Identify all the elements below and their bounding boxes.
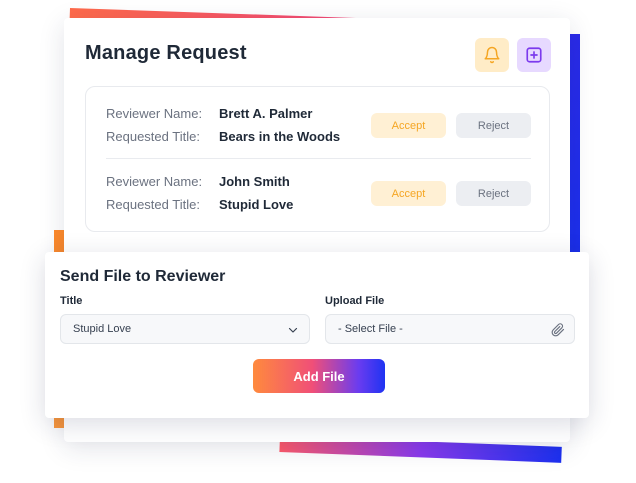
send-file-title: Send File to Reviewer (60, 268, 226, 285)
reviewer-name-value: Brett A. Palmer (219, 106, 313, 121)
add-request-button[interactable] (517, 38, 551, 72)
title-field-label: Title (60, 295, 83, 307)
requested-title-value: Stupid Love (219, 197, 294, 212)
plus-square-icon (526, 47, 542, 63)
reviewer-name-label: Reviewer Name: (106, 106, 203, 121)
notifications-button[interactable] (475, 38, 509, 72)
reviewer-name-label: Reviewer Name: (106, 174, 203, 189)
accept-button[interactable]: Accept (371, 113, 446, 138)
reject-button[interactable]: Reject (456, 113, 531, 138)
reject-button[interactable]: Reject (456, 181, 531, 206)
requested-title-value: Bears in the Woods (219, 129, 341, 144)
title-select-value: Stupid Love (73, 323, 132, 335)
send-file-card: Send File to Reviewer Title Upload File … (45, 252, 589, 418)
upload-file-placeholder: - Select File - (338, 323, 403, 335)
title-select[interactable]: Stupid Love (60, 314, 310, 344)
upload-file-input[interactable]: - Select File - (325, 314, 575, 344)
upload-field-label: Upload File (325, 295, 385, 307)
request-row: Reviewer Name: John Smith Requested Titl… (86, 155, 549, 223)
request-list: Reviewer Name: Brett A. Palmer Requested… (85, 86, 550, 232)
reviewer-name-value: John Smith (219, 174, 290, 189)
add-file-button[interactable]: Add File (253, 359, 385, 393)
bell-icon (484, 46, 500, 64)
request-row: Reviewer Name: Brett A. Palmer Requested… (86, 87, 549, 155)
accept-button[interactable]: Accept (371, 181, 446, 206)
page-title: Manage Request (85, 42, 247, 64)
requested-title-label: Requested Title: (106, 129, 200, 144)
paperclip-icon (551, 323, 565, 337)
requested-title-label: Requested Title: (106, 197, 200, 212)
chevron-down-icon (288, 327, 298, 333)
